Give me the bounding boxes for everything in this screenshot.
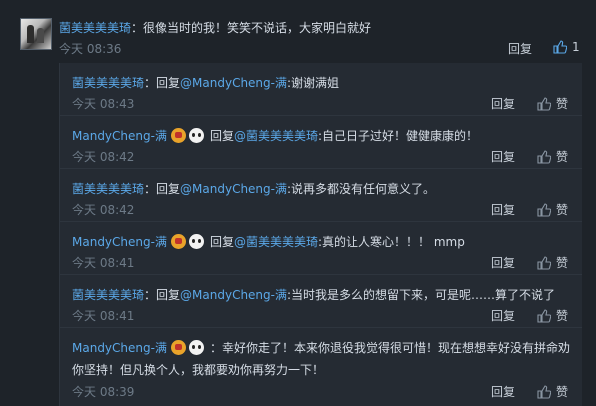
replies-panel: 菌美美美美琦：回复@MandyCheng-满:谢谢满姐 今天 08:43 回复 …: [59, 63, 582, 406]
like-label: 赞: [556, 256, 569, 270]
reply-text: :说再多都没有任何意义了。: [286, 182, 436, 196]
reply-mention[interactable]: @MandyCheng-满: [180, 76, 287, 90]
reply-line: MandyCheng-满 ：幸好你走了！本来你退役我觉得很可惜！现在想想幸好没有拼…: [72, 339, 570, 356]
reply-text: :谢谢满姐: [286, 76, 340, 90]
reply-text: :真的让人寒心！！！ mmp: [317, 235, 465, 249]
panda-badge-icon: [188, 234, 204, 249]
comment-separator: ：: [131, 21, 144, 35]
reply-button[interactable]: 回复: [491, 383, 515, 400]
reply-mention[interactable]: @MandyCheng-满: [180, 288, 287, 302]
panda-badge-icon: [188, 340, 204, 355]
like-label: 赞: [556, 309, 569, 323]
reply-item: 菌美美美美琦：回复@MandyCheng-满:谢谢满姐 今天 08:43 回复 …: [60, 63, 582, 116]
like-label: 赞: [556, 203, 569, 217]
reply-timestamp: 今天 08:42: [72, 150, 135, 164]
panda-badge-icon: [188, 128, 204, 143]
comment-text: 很像当时的我！笑笑不说话，大家明白就好: [143, 21, 372, 35]
reply-mention[interactable]: @MandyCheng-满: [180, 182, 287, 196]
reply-text-continued: 你坚持！但凡换个人，我都要劝你再努力一下！: [72, 363, 325, 377]
like-label: 赞: [556, 385, 569, 399]
thumbs-up-icon: [537, 255, 551, 270]
reply-prefix: ：回复: [144, 288, 181, 302]
reply-line: 菌美美美美琦：回复@MandyCheng-满:当时我是多么的想留下来，可是呢………: [72, 286, 555, 303]
reply-timestamp: 今天 08:41: [72, 309, 135, 323]
reply-username[interactable]: MandyCheng-满: [72, 129, 167, 143]
reply-line: MandyCheng-满 回复@菌美美美美琦:自己日子过好！健健康康的！: [72, 127, 478, 144]
thumbs-up-icon: [537, 384, 551, 399]
thumbs-up-icon: [537, 202, 551, 217]
reply-item: 菌美美美美琦：回复@MandyCheng-满:说再多都没有任何意义了。 今天 0…: [60, 169, 582, 222]
reply-button[interactable]: 回复: [491, 148, 515, 165]
thumbs-up-icon: [537, 149, 551, 164]
comment-timestamp: 今天 08:36: [59, 42, 122, 56]
like-button[interactable]: 赞: [537, 95, 568, 112]
reply-username[interactable]: MandyCheng-满: [72, 235, 167, 249]
like-button[interactable]: 赞: [537, 254, 568, 271]
like-button[interactable]: 赞: [537, 148, 568, 165]
reply-mention[interactable]: @菌美美美美琦: [234, 235, 318, 249]
reply-prefix: ：回复: [144, 76, 181, 90]
reply-prefix: ：回复: [144, 182, 181, 196]
reply-item: MandyCheng-满 回复@菌美美美美琦:真的让人寒心！！！ mmp 今天 0…: [60, 222, 582, 275]
comment-username[interactable]: 菌美美美美琦: [59, 21, 131, 35]
vip-badge-icon: [170, 128, 186, 143]
main-comment: 菌美美美美琦：很像当时的我！笑笑不说话，大家明白就好 今天 08:36 回复 1: [0, 0, 596, 64]
reply-timestamp: 今天 08:43: [72, 97, 135, 111]
like-label: 赞: [556, 97, 569, 111]
like-button[interactable]: 赞: [537, 383, 568, 400]
like-button[interactable]: 1: [553, 40, 580, 54]
like-button[interactable]: 赞: [537, 201, 568, 218]
reply-text: ：幸好你走了！本来你退役我觉得很可惜！现在想想幸好没有拼命劝: [209, 341, 570, 355]
reply-line: 菌美美美美琦：回复@MandyCheng-满:谢谢满姐: [72, 74, 339, 91]
reply-line: 菌美美美美琦：回复@MandyCheng-满:说再多都没有任何意义了。: [72, 180, 435, 197]
thumbs-up-icon: [537, 96, 551, 111]
thumbs-up-icon: [553, 40, 567, 54]
reply-button[interactable]: 回复: [508, 40, 532, 57]
like-count: 1: [572, 40, 580, 54]
like-button[interactable]: 赞: [537, 307, 568, 324]
reply-username[interactable]: 菌美美美美琦: [72, 288, 144, 302]
comment-line: 菌美美美美琦：很像当时的我！笑笑不说话，大家明白就好: [59, 19, 371, 36]
reply-text: :自己日子过好！健健康康的！: [317, 129, 479, 143]
reply-button[interactable]: 回复: [491, 254, 515, 271]
reply-line-continuation: 你坚持！但凡换个人，我都要劝你再努力一下！: [72, 361, 324, 378]
reply-timestamp: 今天 08:42: [72, 203, 135, 217]
reply-username[interactable]: MandyCheng-满: [72, 341, 167, 355]
reply-item: MandyCheng-满 回复@菌美美美美琦:自己日子过好！健健康康的！ 今天 0…: [60, 116, 582, 169]
reply-button[interactable]: 回复: [491, 95, 515, 112]
reply-item: 菌美美美美琦：回复@MandyCheng-满:当时我是多么的想留下来，可是呢………: [60, 275, 582, 328]
avatar[interactable]: [20, 18, 52, 50]
reply-mention[interactable]: @菌美美美美琦: [234, 129, 318, 143]
reply-timestamp: 今天 08:41: [72, 256, 135, 270]
reply-button[interactable]: 回复: [491, 307, 515, 324]
like-label: 赞: [556, 150, 569, 164]
reply-line: MandyCheng-满 回复@菌美美美美琦:真的让人寒心！！！ mmp: [72, 233, 465, 250]
reply-text: :当时我是多么的想留下来，可是呢……算了不说了: [286, 288, 556, 302]
thumbs-up-icon: [537, 308, 551, 323]
vip-badge-icon: [170, 340, 186, 355]
reply-username[interactable]: 菌美美美美琦: [72, 76, 144, 90]
reply-username[interactable]: 菌美美美美琦: [72, 182, 144, 196]
reply-button[interactable]: 回复: [491, 201, 515, 218]
vip-badge-icon: [170, 234, 186, 249]
reply-prefix: 回复: [209, 235, 234, 249]
reply-timestamp: 今天 08:39: [72, 385, 135, 399]
reply-prefix: 回复: [209, 129, 234, 143]
reply-item: MandyCheng-满 ：幸好你走了！本来你退役我觉得很可惜！现在想想幸好没有拼…: [60, 328, 582, 406]
